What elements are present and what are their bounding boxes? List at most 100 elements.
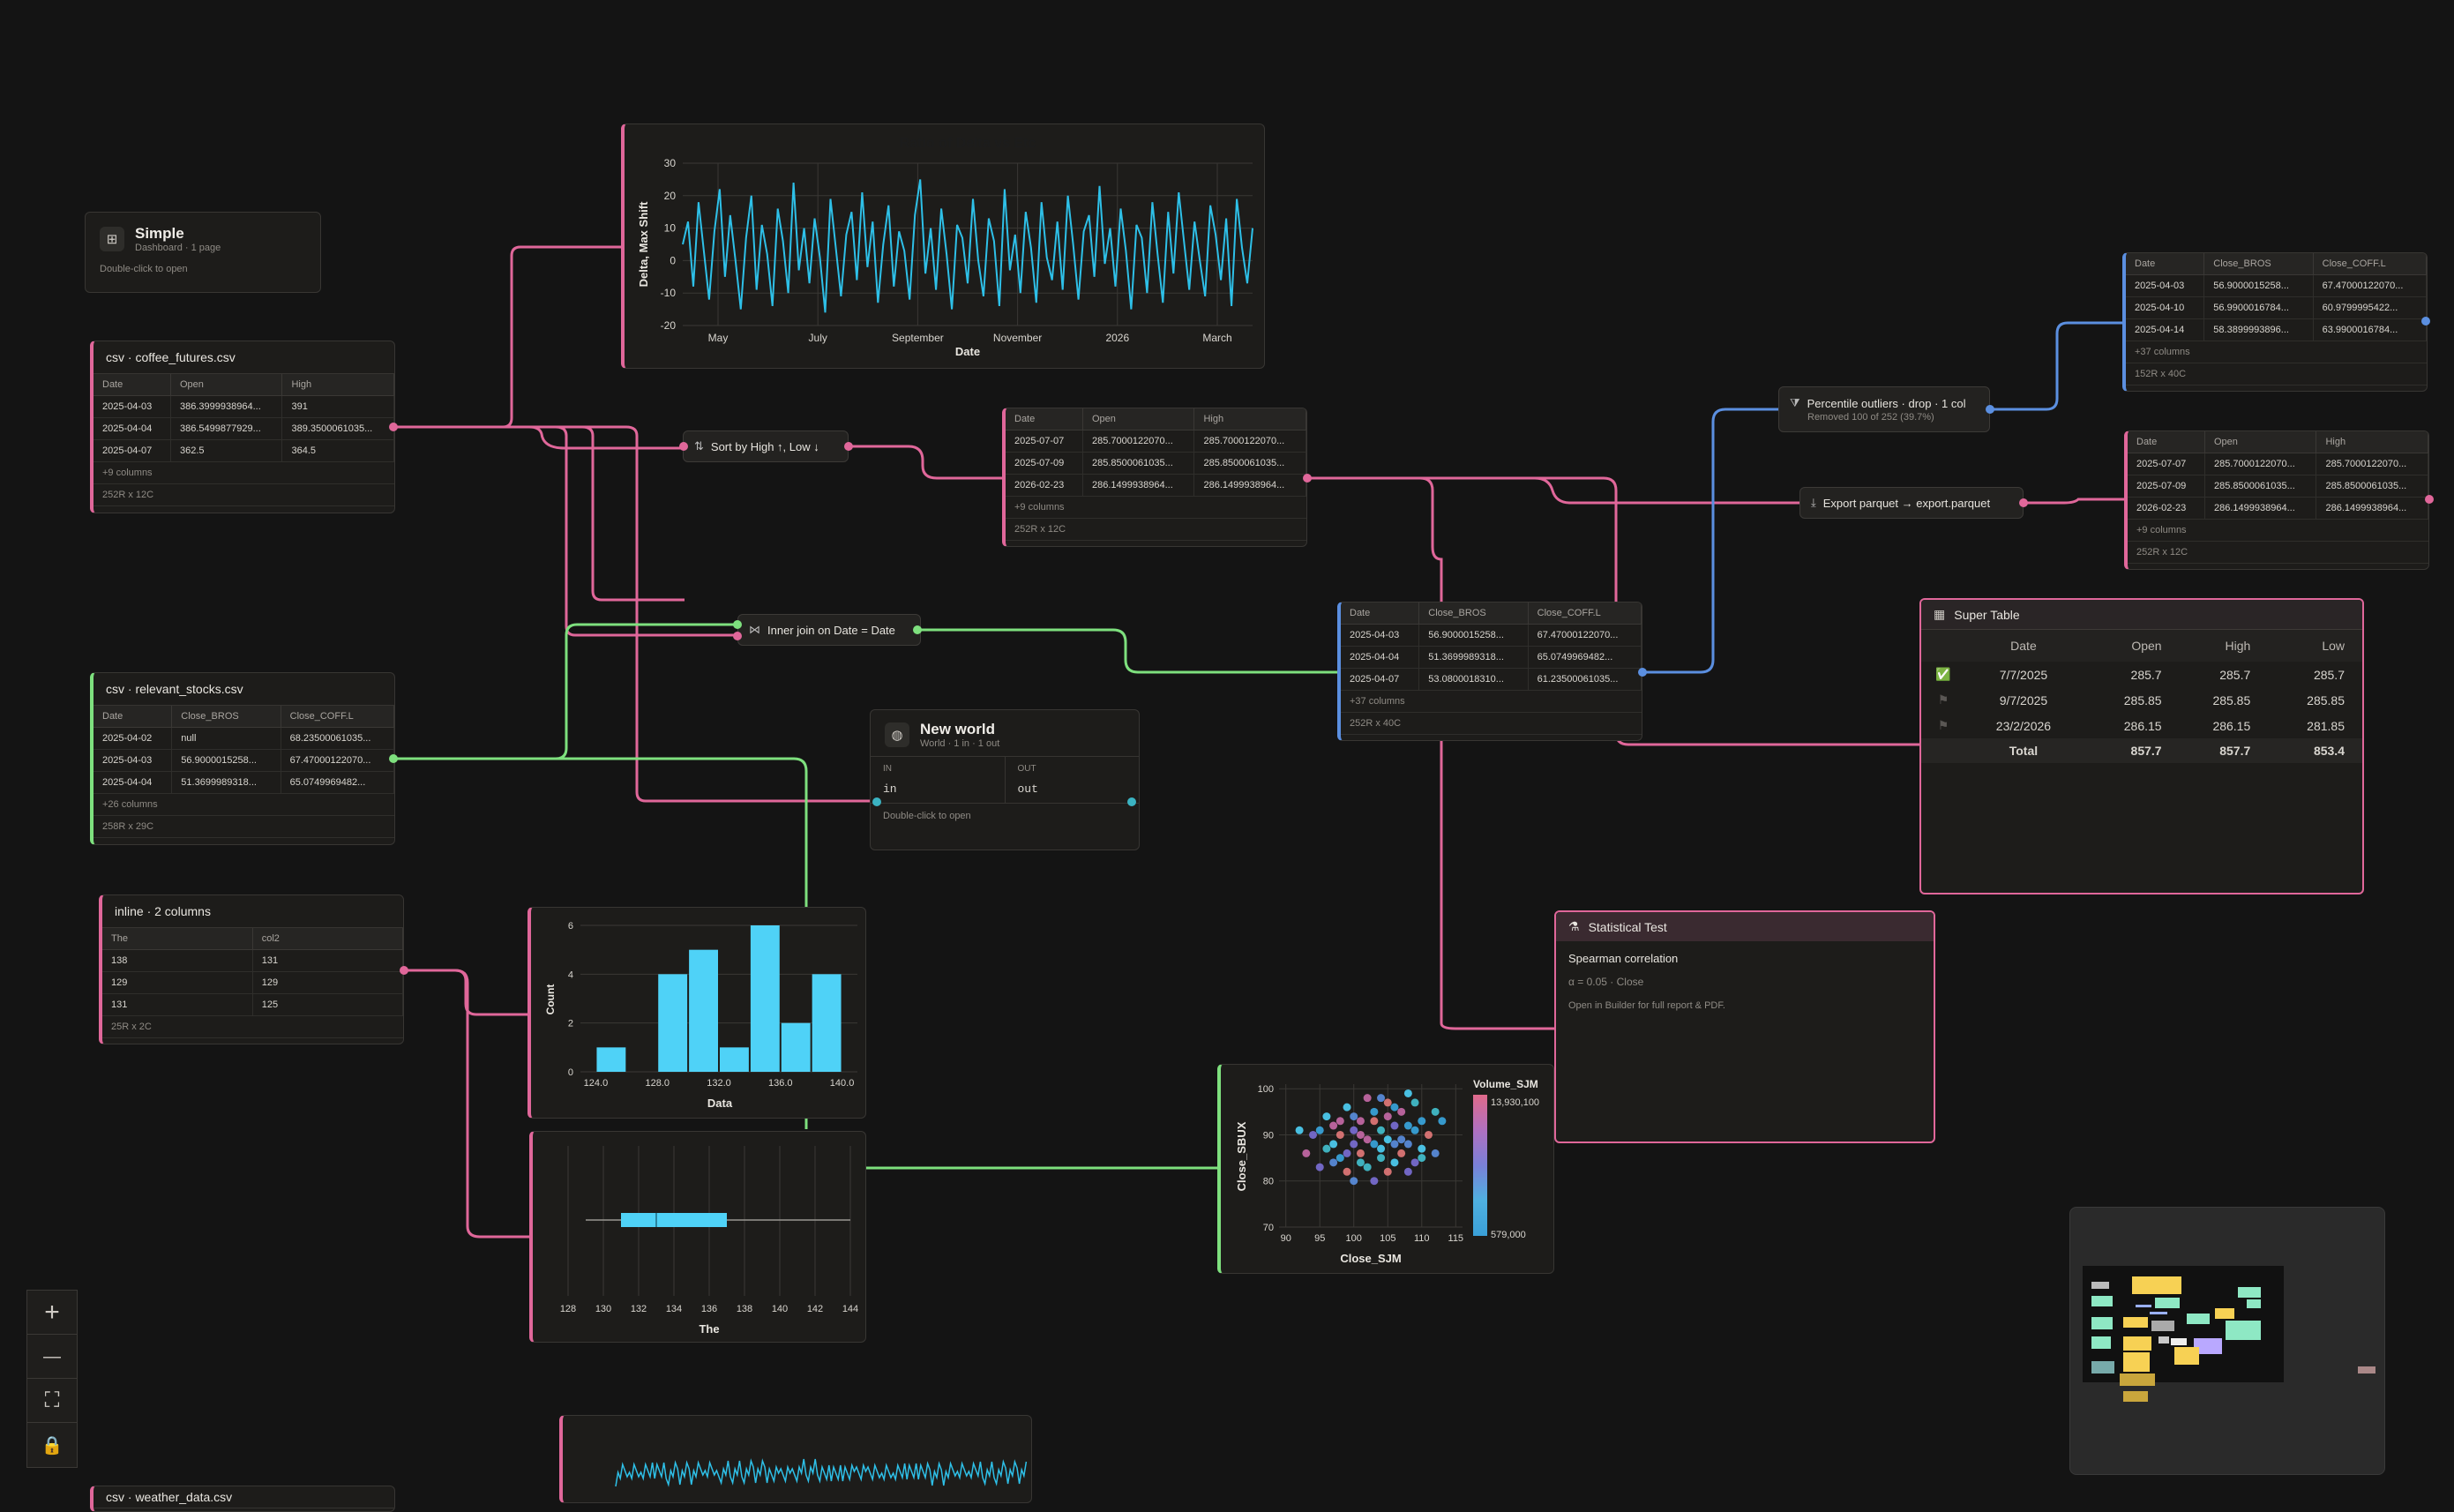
col-header: Date [94,374,171,396]
inline-columns-node[interactable]: inline · 2 columns The col2 138 131 129 129… [99,894,404,1044]
scatter-point [1397,1135,1406,1144]
super-table-node[interactable]: ▦ Super Table Date Open High Low ✅ 7/7/2… [1919,598,2364,894]
stat-title: Statistical Test [1588,919,1667,934]
table-icon: ▦ [1934,607,1946,621]
scatter-point [1403,1140,1412,1149]
table-row: 2025-04-02 null 68.23500061035... [94,727,394,750]
table-row: 131 125 [102,993,403,1016]
x-tick-label: 140.0 [830,1078,855,1089]
weather-csv-node[interactable]: csv · weather_data.csv [90,1486,395,1512]
bottom-chart-node[interactable] [559,1415,1032,1503]
coffee-futures-node[interactable]: csv · coffee_futures.csv Date Open High 20… [90,341,395,513]
col-header: Low [2322,639,2345,653]
col-header: Date [1341,603,1420,625]
x-tick-label: 90 [1281,1233,1291,1244]
percentile-output-port[interactable] [1986,405,1994,414]
dashboard-node[interactable]: ⊞ Simple Dashboard · 1 page Double-click… [85,212,321,293]
x-tick-label: 144 [842,1304,858,1314]
inline-output-port[interactable] [400,966,408,975]
histogram-node[interactable]: 0 2 4 6 124.0 128.0 132.0 136.0 140.0 Data Count [527,907,866,1119]
boxplot-node[interactable]: 128 130 132 134 136 138 140 142 144 The [529,1131,866,1343]
scatter-point [1350,1112,1358,1121]
coffee-output-port[interactable] [389,423,398,431]
sorted-output-port[interactable] [1303,474,1312,483]
flag-cell: ⚑ [1937,718,1949,732]
join-transform-chip[interactable]: ⋈ Inner join on Date = Date [737,614,921,646]
scatter-node[interactable]: 100 90 80 70 90 95 100 105 110 115 Close_SJM Close_… [1217,1064,1554,1274]
col-header: Date [2010,639,2037,653]
sorted-table-node[interactable]: Date Open High 2025-07-07 285.7000122070...… [1002,408,1307,547]
x-tick-label: 128 [560,1304,576,1314]
super-table: Date Open High Low ✅ 7/7/2025 285.7 285.… [1921,630,2362,763]
table-row: 2025-04-03 56.9000015258... 67.47000122070… [1341,624,1642,647]
lock-button[interactable]: 🔒 [26,1422,78,1468]
scatter-point [1410,1126,1419,1134]
zoom-out-button[interactable]: — [26,1334,78,1380]
y-axis-label: Count [544,984,557,1015]
world-output-port[interactable] [1127,797,1136,806]
sort-input-port[interactable] [679,442,688,451]
x-tick-label: November [993,332,1042,344]
histogram-chart: 0 2 4 6 124.0 128.0 132.0 136.0 140.0 Data Count [544,921,857,1110]
filtered-output-port[interactable] [2421,317,2430,326]
in-port-label[interactable]: in [883,782,992,796]
x-tick-label: 110 [1414,1233,1430,1244]
table-row: 2025-04-04 51.3699989318... 65.0749969482.… [1341,646,1642,669]
coffee-title: csv · coffee_futures.csv [94,341,394,374]
chart-title: Ratio of Delta vs Etc [900,136,1036,151]
table-row: 2026-02-23 286.1499938964... 286.149993896… [1006,474,1306,497]
filtered-table-node[interactable]: Date Close_BROS Close_COFF.L 2025-04-03 56.… [2122,252,2428,392]
col-header: Close_COFF.L [1528,603,1642,625]
zoom-in-button[interactable]: + [26,1290,78,1336]
scatter-point [1322,1112,1331,1121]
scatter-point [1309,1130,1318,1139]
joined-table-node[interactable]: Date Close_BROS Close_COFF.L 2025-04-03 56.… [1337,602,1642,741]
shape-label: 25R x 2C [102,1016,403,1038]
join-input-port[interactable] [733,620,742,629]
relevant-stocks-node[interactable]: csv · relevant_stocks.csv Date Close_BROS… [90,672,395,845]
scatter-point [1329,1121,1338,1130]
table-row: 2025-07-09 285.8500061035... 285.850006103… [2128,475,2428,498]
statistical-test-node[interactable]: ⚗ Statistical Test Spearman correlation … [1554,910,1935,1143]
sort-output-port[interactable] [844,442,853,451]
sort-transform-chip[interactable]: ⇅ Sort by High ↑, Low ↓ [683,430,849,462]
fit-view-button[interactable]: ⛶ [26,1378,78,1424]
more-columns: +9 columns [2128,520,2428,542]
line-chart: Ratio of Delta vs Etc 30 20 10 0 -10 -20 May Jul… [637,136,1253,358]
shape-label: 252R x 12C [1006,519,1306,541]
x-axis-label: Data [707,1097,733,1110]
scatter-point [1350,1126,1358,1134]
out-port-label[interactable]: out [1018,782,1127,796]
scatter-point [1418,1117,1426,1126]
sort-icon: ⇅ [694,439,704,453]
x-tick-label: 134 [666,1304,682,1314]
histogram-bar [689,949,718,1072]
percentile-filter-chip[interactable]: ⧩ Percentile outliers · drop · 1 col Rem… [1778,386,1990,432]
world-node[interactable]: ◍ New world World · 1 in · 1 out IN in O… [870,709,1140,850]
x-axis-label: Close_SJM [1340,1252,1401,1265]
line-chart-node[interactable]: Ratio of Delta vs Etc 30 20 10 0 -10 -20 May Jul… [621,124,1265,369]
exported-output-port[interactable] [2425,495,2434,504]
scatter-point [1418,1154,1426,1163]
exported-table-node[interactable]: Date Open High 2025-07-07 285.7000122070...… [2124,430,2429,570]
scatter-point [1356,1130,1365,1139]
export-parquet-chip[interactable]: ⤓ Export parquet → export.parquet [1799,487,2024,519]
minimap[interactable] [2069,1207,2385,1475]
x-tick-label: 130 [595,1304,611,1314]
world-input-port[interactable] [872,797,881,806]
y-tick-label: 6 [568,921,573,932]
stocks-output-port[interactable] [389,754,398,763]
scatter-point [1370,1107,1379,1116]
joined-output-port[interactable] [1638,668,1647,677]
download-icon: ⤓ [1811,496,1816,509]
scatter-point [1329,1140,1338,1149]
x-tick-label: 132 [631,1304,647,1314]
scatter-point [1356,1149,1365,1157]
scatter-point [1383,1135,1392,1144]
export-output-port[interactable] [2019,498,2028,507]
col-header: Date [2128,431,2205,453]
join-output-port[interactable] [913,625,922,634]
x-tick-label: 100 [1346,1233,1362,1244]
minus-icon: — [43,1346,61,1366]
join-input-port-2[interactable] [733,632,742,640]
